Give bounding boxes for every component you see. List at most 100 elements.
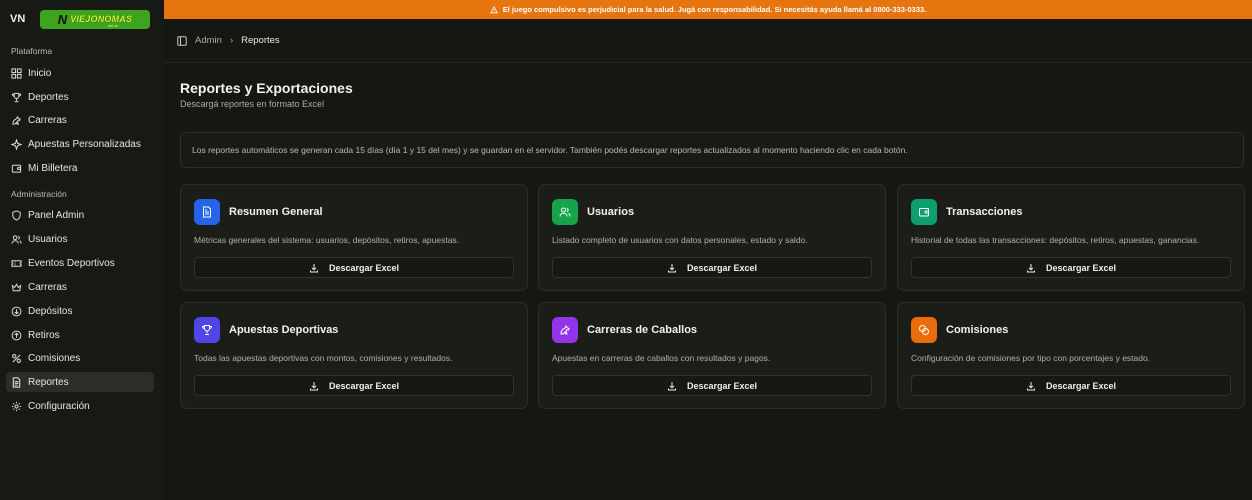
card-icon-bg xyxy=(194,199,220,225)
download-excel-button[interactable]: Descargar Excel xyxy=(194,375,514,396)
sidebar-item-comisiones[interactable]: Comisiones xyxy=(6,348,154,368)
sidebar-item-label: Eventos Deportivos xyxy=(28,257,115,269)
report-card-resumen-general: Resumen General Métricas generales del s… xyxy=(180,184,528,291)
report-icon xyxy=(203,206,211,218)
download-excel-button[interactable]: Descargar Excel xyxy=(552,375,872,396)
users-icon xyxy=(559,207,571,217)
logo-mark-icon: N xyxy=(57,11,68,27)
gear-icon xyxy=(11,401,22,411)
logo-suffix: bet.ar xyxy=(107,22,118,28)
report-card-usuarios: Usuarios Listado completo de usuarios co… xyxy=(538,184,886,291)
sidebar-item-retiros[interactable]: Retiros xyxy=(6,325,154,345)
card-title: Resumen General xyxy=(229,206,323,218)
sidebar-item-label: Inicio xyxy=(28,67,52,79)
brand-logo[interactable]: N VIEJONOMAS bet.ar xyxy=(40,9,150,29)
sidebar-item-apuestas-personalizadas[interactable]: Apuestas Personalizadas xyxy=(6,134,154,154)
card-title: Transacciones xyxy=(946,206,1023,218)
sidebar-item-carreras[interactable]: Carreras xyxy=(6,110,154,130)
download-icon xyxy=(667,263,676,272)
ticket-icon xyxy=(11,259,22,267)
card-icon-bg xyxy=(194,317,220,343)
download-icon xyxy=(309,263,318,272)
card-title: Carreras de Caballos xyxy=(587,324,698,336)
trophy-icon xyxy=(201,325,213,335)
card-description: Historial de todas las transacciones: de… xyxy=(911,235,1200,245)
card-icon-bg xyxy=(911,317,937,343)
button-label: Descargar Excel xyxy=(1045,380,1117,391)
download-excel-button[interactable]: Descargar Excel xyxy=(552,257,872,278)
sidebar-item-label: Reportes xyxy=(28,376,69,388)
brand[interactable]: VN N VIEJONOMAS bet.ar xyxy=(10,9,150,29)
breadcrumb-root[interactable]: Admin xyxy=(195,35,222,46)
sidebar-item-panel-admin[interactable]: Panel Admin xyxy=(6,205,154,225)
download-icon xyxy=(667,381,676,390)
sidebar-item-usuarios[interactable]: Usuarios xyxy=(6,229,154,249)
logo-text: VIEJONOMAS xyxy=(70,14,133,24)
card-description: Métricas generales del sistema: usuarios… xyxy=(194,235,460,245)
trophy-icon xyxy=(11,92,22,102)
horse-icon xyxy=(560,325,570,335)
card-title: Apuestas Deportivas xyxy=(229,324,339,336)
download-icon xyxy=(309,381,318,390)
sidebar-item-deportes[interactable]: Deportes xyxy=(6,87,154,107)
report-card-carreras-de-caballos: Carreras de Caballos Apuestas en carrera… xyxy=(538,302,886,409)
download-excel-button[interactable]: Descargar Excel xyxy=(911,257,1231,278)
button-label: Descargar Excel xyxy=(1045,262,1117,273)
section-label-admin: Administración xyxy=(11,189,67,199)
page-subtitle: Descargá reportes en formato Excel xyxy=(180,99,325,109)
responsible-gaming-banner: El juego compulsivo es perjudicial para … xyxy=(164,0,1252,19)
banner-text: El juego compulsivo es perjudicial para … xyxy=(502,5,927,14)
wallet-icon xyxy=(919,208,929,217)
sidebar-item-label: Configuración xyxy=(28,400,90,412)
sidebar-item-reportes[interactable]: Reportes xyxy=(6,372,154,392)
sidebar-item-label: Carreras xyxy=(28,281,67,293)
download-icon xyxy=(1026,263,1035,272)
sidebar-item-label: Panel Admin xyxy=(28,209,85,221)
users-icon xyxy=(11,234,22,244)
arrow-down-circle-icon xyxy=(11,306,22,316)
breadcrumb-current: Reportes xyxy=(241,35,280,46)
shield-icon xyxy=(12,209,21,221)
card-icon-bg xyxy=(552,199,578,225)
warning-icon xyxy=(489,5,498,13)
card-title: Usuarios xyxy=(587,206,635,218)
sidebar-item-label: Retiros xyxy=(28,329,60,341)
section-label-platform: Plataforma xyxy=(11,46,53,56)
wallet-icon xyxy=(11,164,22,173)
sidebar: VN N VIEJONOMAS bet.ar Plataforma Inicio… xyxy=(0,0,164,500)
sidebar-item-label: Deportes xyxy=(28,91,69,103)
sidebar-item-eventos-deportivos[interactable]: Eventos Deportivos xyxy=(6,253,154,273)
page-title: Reportes y Exportaciones xyxy=(180,80,353,96)
button-label: Descargar Excel xyxy=(328,380,400,391)
sidebar-item-label: Mi Billetera xyxy=(28,162,78,174)
sidebar-item-mi-billetera[interactable]: Mi Billetera xyxy=(6,158,154,178)
grid-icon xyxy=(11,67,22,79)
card-description: Listado completo de usuarios con datos p… xyxy=(552,235,808,245)
coins-icon xyxy=(919,325,929,335)
arrow-up-circle-icon xyxy=(11,330,22,340)
sidebar-item-carreras-admin[interactable]: Carreras xyxy=(6,277,154,297)
download-excel-button[interactable]: Descargar Excel xyxy=(911,375,1231,396)
button-label: Descargar Excel xyxy=(686,380,758,391)
card-icon-bg xyxy=(911,199,937,225)
horse-icon xyxy=(12,115,21,125)
breadcrumb: Admin › Reportes xyxy=(177,35,280,46)
report-card-apuestas-deportivas: Apuestas Deportivas Todas las apuestas d… xyxy=(180,302,528,409)
percent-icon xyxy=(12,353,21,363)
sidebar-item-inicio[interactable]: Inicio xyxy=(6,63,154,83)
info-box: Los reportes automáticos se generan cada… xyxy=(180,132,1244,168)
sidebar-item-label: Carreras xyxy=(28,114,67,126)
file-icon xyxy=(12,376,21,388)
card-icon-bg xyxy=(552,317,578,343)
sidebar-item-label: Comisiones xyxy=(28,352,81,364)
sidebar-item-depositos[interactable]: Depósitos xyxy=(6,301,154,321)
card-title: Comisiones xyxy=(946,324,1009,336)
download-excel-button[interactable]: Descargar Excel xyxy=(194,257,514,278)
sidebar-item-label: Apuestas Personalizadas xyxy=(28,138,141,150)
sidebar-toggle-icon[interactable] xyxy=(177,35,187,46)
header-divider xyxy=(164,62,1252,63)
sidebar-item-configuracion[interactable]: Configuración xyxy=(6,396,154,416)
card-description: Apuestas en carreras de caballos con res… xyxy=(552,353,771,363)
download-icon xyxy=(1026,381,1035,390)
report-card-transacciones: Transacciones Historial de todas las tra… xyxy=(897,184,1245,291)
